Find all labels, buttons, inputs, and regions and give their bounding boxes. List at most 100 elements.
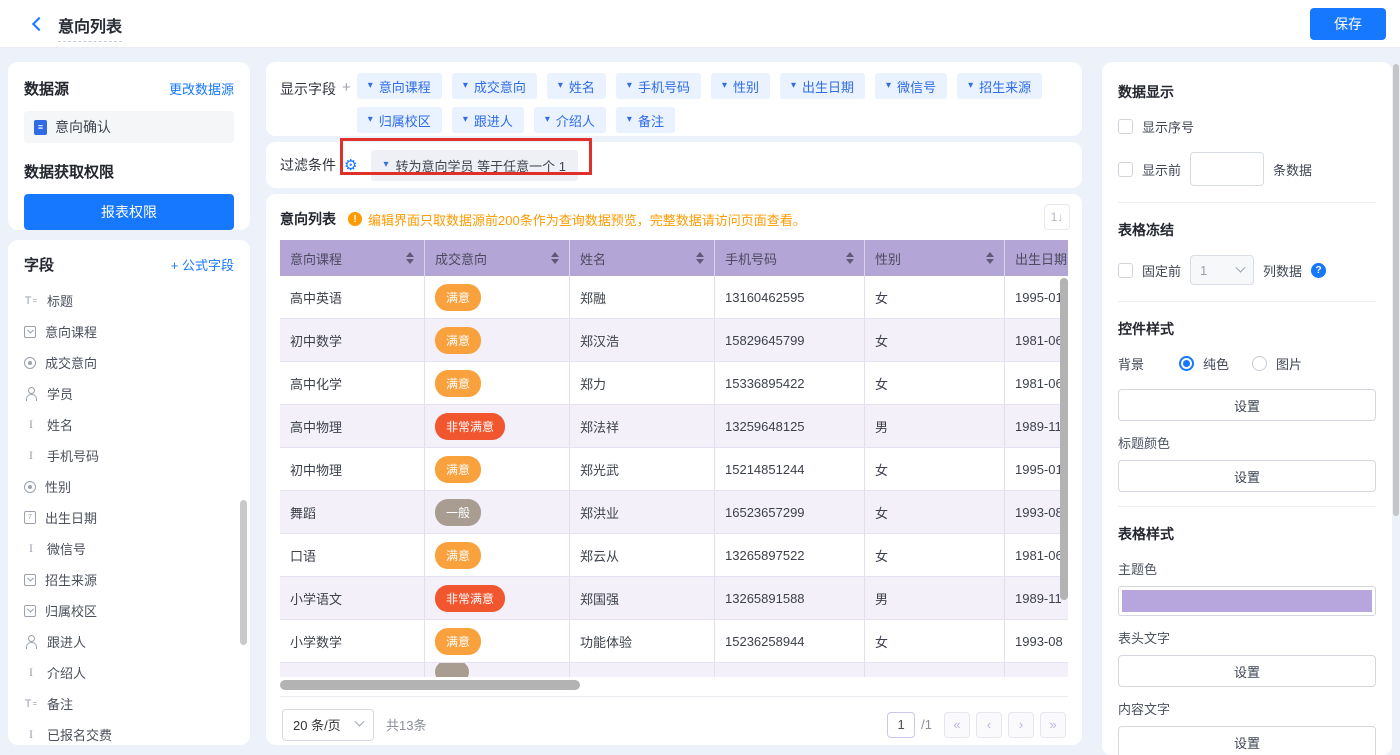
caret-down-icon: ▾ (368, 115, 373, 125)
field-item-title[interactable]: 标题 (24, 285, 234, 316)
column-header-birthdate[interactable]: 出生日期 (1005, 240, 1068, 276)
freeze-count-select[interactable]: 1 (1190, 255, 1254, 285)
select-field-icon (24, 326, 36, 338)
back-icon[interactable] (32, 17, 46, 31)
cell-intent: 非常满意 (425, 577, 570, 619)
theme-color-picker[interactable] (1118, 586, 1376, 616)
add-display-field-button[interactable]: + (342, 79, 351, 125)
display-tag-name[interactable]: ▾姓名 (547, 73, 606, 99)
column-header-intent[interactable]: 成交意向 (425, 240, 570, 276)
freeze-count-value: 1 (1200, 263, 1207, 278)
filter-condition-tag[interactable]: ▾转为意向学员 等于任意一个 1 (371, 150, 578, 181)
last-page-button[interactable]: » (1040, 712, 1066, 738)
content-text-set-button[interactable]: 设置 (1118, 726, 1376, 755)
fields-scrollbar[interactable] (240, 500, 247, 645)
display-tag-campus[interactable]: ▾归属校区 (357, 107, 442, 133)
table-viewport: 意向课程 成交意向 姓名 手机号码 性别 出生日期 高中英语 满意 郑融 131… (280, 240, 1068, 677)
next-page-button[interactable]: › (1008, 712, 1034, 738)
display-tag-remark[interactable]: ▾备注 (616, 107, 675, 133)
field-item-name[interactable]: 姓名 (24, 409, 234, 440)
cell-birthdate: 1989-11 (1005, 577, 1068, 619)
data-table: 意向课程 成交意向 姓名 手机号码 性别 出生日期 高中英语 满意 郑融 131… (280, 240, 1068, 677)
image-label: 图片 (1276, 354, 1302, 373)
cell-name: 郑光武 (570, 448, 715, 490)
display-tag-wechat[interactable]: ▾微信号 (875, 73, 947, 99)
sort-arrows-icon[interactable] (551, 252, 559, 264)
field-item-remark[interactable]: 备注 (24, 688, 234, 719)
filter-label: 过滤条件 (280, 155, 336, 175)
cell-intent: 非常满意 (425, 405, 570, 447)
current-page-input[interactable]: 1 (887, 712, 915, 738)
select-field-icon (24, 574, 36, 586)
cell-name: 郑融 (570, 276, 715, 318)
sort-arrows-icon[interactable] (986, 252, 994, 264)
sort-arrows-icon[interactable] (846, 252, 854, 264)
field-item-intent-course[interactable]: 意向课程 (24, 316, 234, 347)
field-item-gender[interactable]: 性别 (24, 471, 234, 502)
title-color-set-button[interactable]: 设置 (1118, 460, 1376, 492)
table-row: 初中物理 满意 郑光武 15214851244 女 1995-01 (280, 448, 1068, 491)
solid-color-label: 纯色 (1203, 354, 1229, 373)
column-header-name[interactable]: 姓名 (570, 240, 715, 276)
save-button[interactable]: 保存 (1310, 8, 1386, 40)
report-permission-button[interactable]: 报表权限 (24, 194, 234, 230)
table-preview-panel: 意向列表 !编辑界面只取数据源前200条作为查询数据预览，完整数据请访问页面查看… (266, 194, 1082, 745)
cell-course: 舞蹈 (280, 491, 425, 533)
change-datasource-link[interactable]: 更改数据源 (169, 79, 234, 98)
display-tag-deal-intent[interactable]: ▾成交意向 (452, 73, 537, 99)
show-first-checkbox[interactable] (1118, 162, 1133, 177)
caret-down-icon: ▾ (627, 81, 632, 91)
prev-page-button[interactable]: ‹ (976, 712, 1002, 738)
field-item-birthdate[interactable]: 出生日期 (24, 502, 234, 533)
freeze-checkbox[interactable] (1118, 263, 1133, 278)
column-header-gender[interactable]: 性别 (865, 240, 1005, 276)
display-tag-follower[interactable]: ▾跟进人 (452, 107, 524, 133)
sort-arrows-icon[interactable] (406, 252, 414, 264)
solid-color-radio[interactable] (1179, 356, 1194, 371)
background-set-button[interactable]: 设置 (1118, 389, 1376, 421)
field-item-paid[interactable]: 已报名交费 (24, 719, 234, 745)
page-size-select[interactable]: 20 条/页 (282, 709, 374, 741)
tag-label: 性别 (733, 77, 759, 96)
field-item-source[interactable]: 招生来源 (24, 564, 234, 595)
first-page-button[interactable]: « (944, 712, 970, 738)
cell-gender (865, 663, 1005, 677)
caret-down-icon: ▾ (463, 81, 468, 91)
sort-order-icon[interactable]: 1↓ (1044, 204, 1070, 230)
table-header-row: 意向课程 成交意向 姓名 手机号码 性别 出生日期 (280, 240, 1068, 276)
help-icon[interactable]: ? (1311, 263, 1326, 278)
gear-icon[interactable]: ⚙ (344, 156, 357, 174)
background-label: 背景 (1118, 354, 1170, 373)
field-label: 介绍人 (47, 663, 86, 682)
row-limit-input[interactable] (1190, 152, 1264, 186)
field-item-student[interactable]: 学员 (24, 378, 234, 409)
column-header-phone[interactable]: 手机号码 (715, 240, 865, 276)
tag-label: 意向课程 (379, 77, 431, 96)
cell-gender: 女 (865, 276, 1005, 318)
field-item-referrer[interactable]: 介绍人 (24, 657, 234, 688)
settings-scrollbar[interactable] (1393, 64, 1399, 516)
column-header-course[interactable]: 意向课程 (280, 240, 425, 276)
display-tag-intent-course[interactable]: ▾意向课程 (357, 73, 442, 99)
field-item-campus[interactable]: 归属校区 (24, 595, 234, 626)
datasource-item[interactable]: ≡ 意向确认 (24, 111, 234, 143)
image-radio[interactable] (1252, 356, 1267, 371)
table-row: 初中数学 满意 郑汉浩 15829645799 女 1981-06 (280, 319, 1068, 362)
add-formula-field-link[interactable]: + 公式字段 (171, 255, 234, 274)
field-item-phone[interactable]: 手机号码 (24, 440, 234, 471)
header-text-set-button[interactable]: 设置 (1118, 655, 1376, 687)
field-item-wechat[interactable]: 微信号 (24, 533, 234, 564)
title-field-icon (24, 294, 38, 308)
table-horizontal-scrollbar[interactable] (280, 680, 580, 690)
field-item-deal-intent[interactable]: 成交意向 (24, 347, 234, 378)
display-tag-referrer[interactable]: ▾介绍人 (534, 107, 606, 133)
display-tag-phone[interactable]: ▾手机号码 (616, 73, 701, 99)
datasource-panel: 数据源 更改数据源 ≡ 意向确认 数据获取权限 报表权限 (8, 62, 250, 230)
display-tag-gender[interactable]: ▾性别 (711, 73, 770, 99)
display-tag-source[interactable]: ▾招生来源 (957, 73, 1042, 99)
field-item-follower[interactable]: 跟进人 (24, 626, 234, 657)
show-index-checkbox[interactable] (1118, 119, 1133, 134)
sort-arrows-icon[interactable] (696, 252, 704, 264)
table-vertical-scrollbar[interactable] (1060, 278, 1068, 600)
display-tag-birthdate[interactable]: ▾出生日期 (780, 73, 865, 99)
